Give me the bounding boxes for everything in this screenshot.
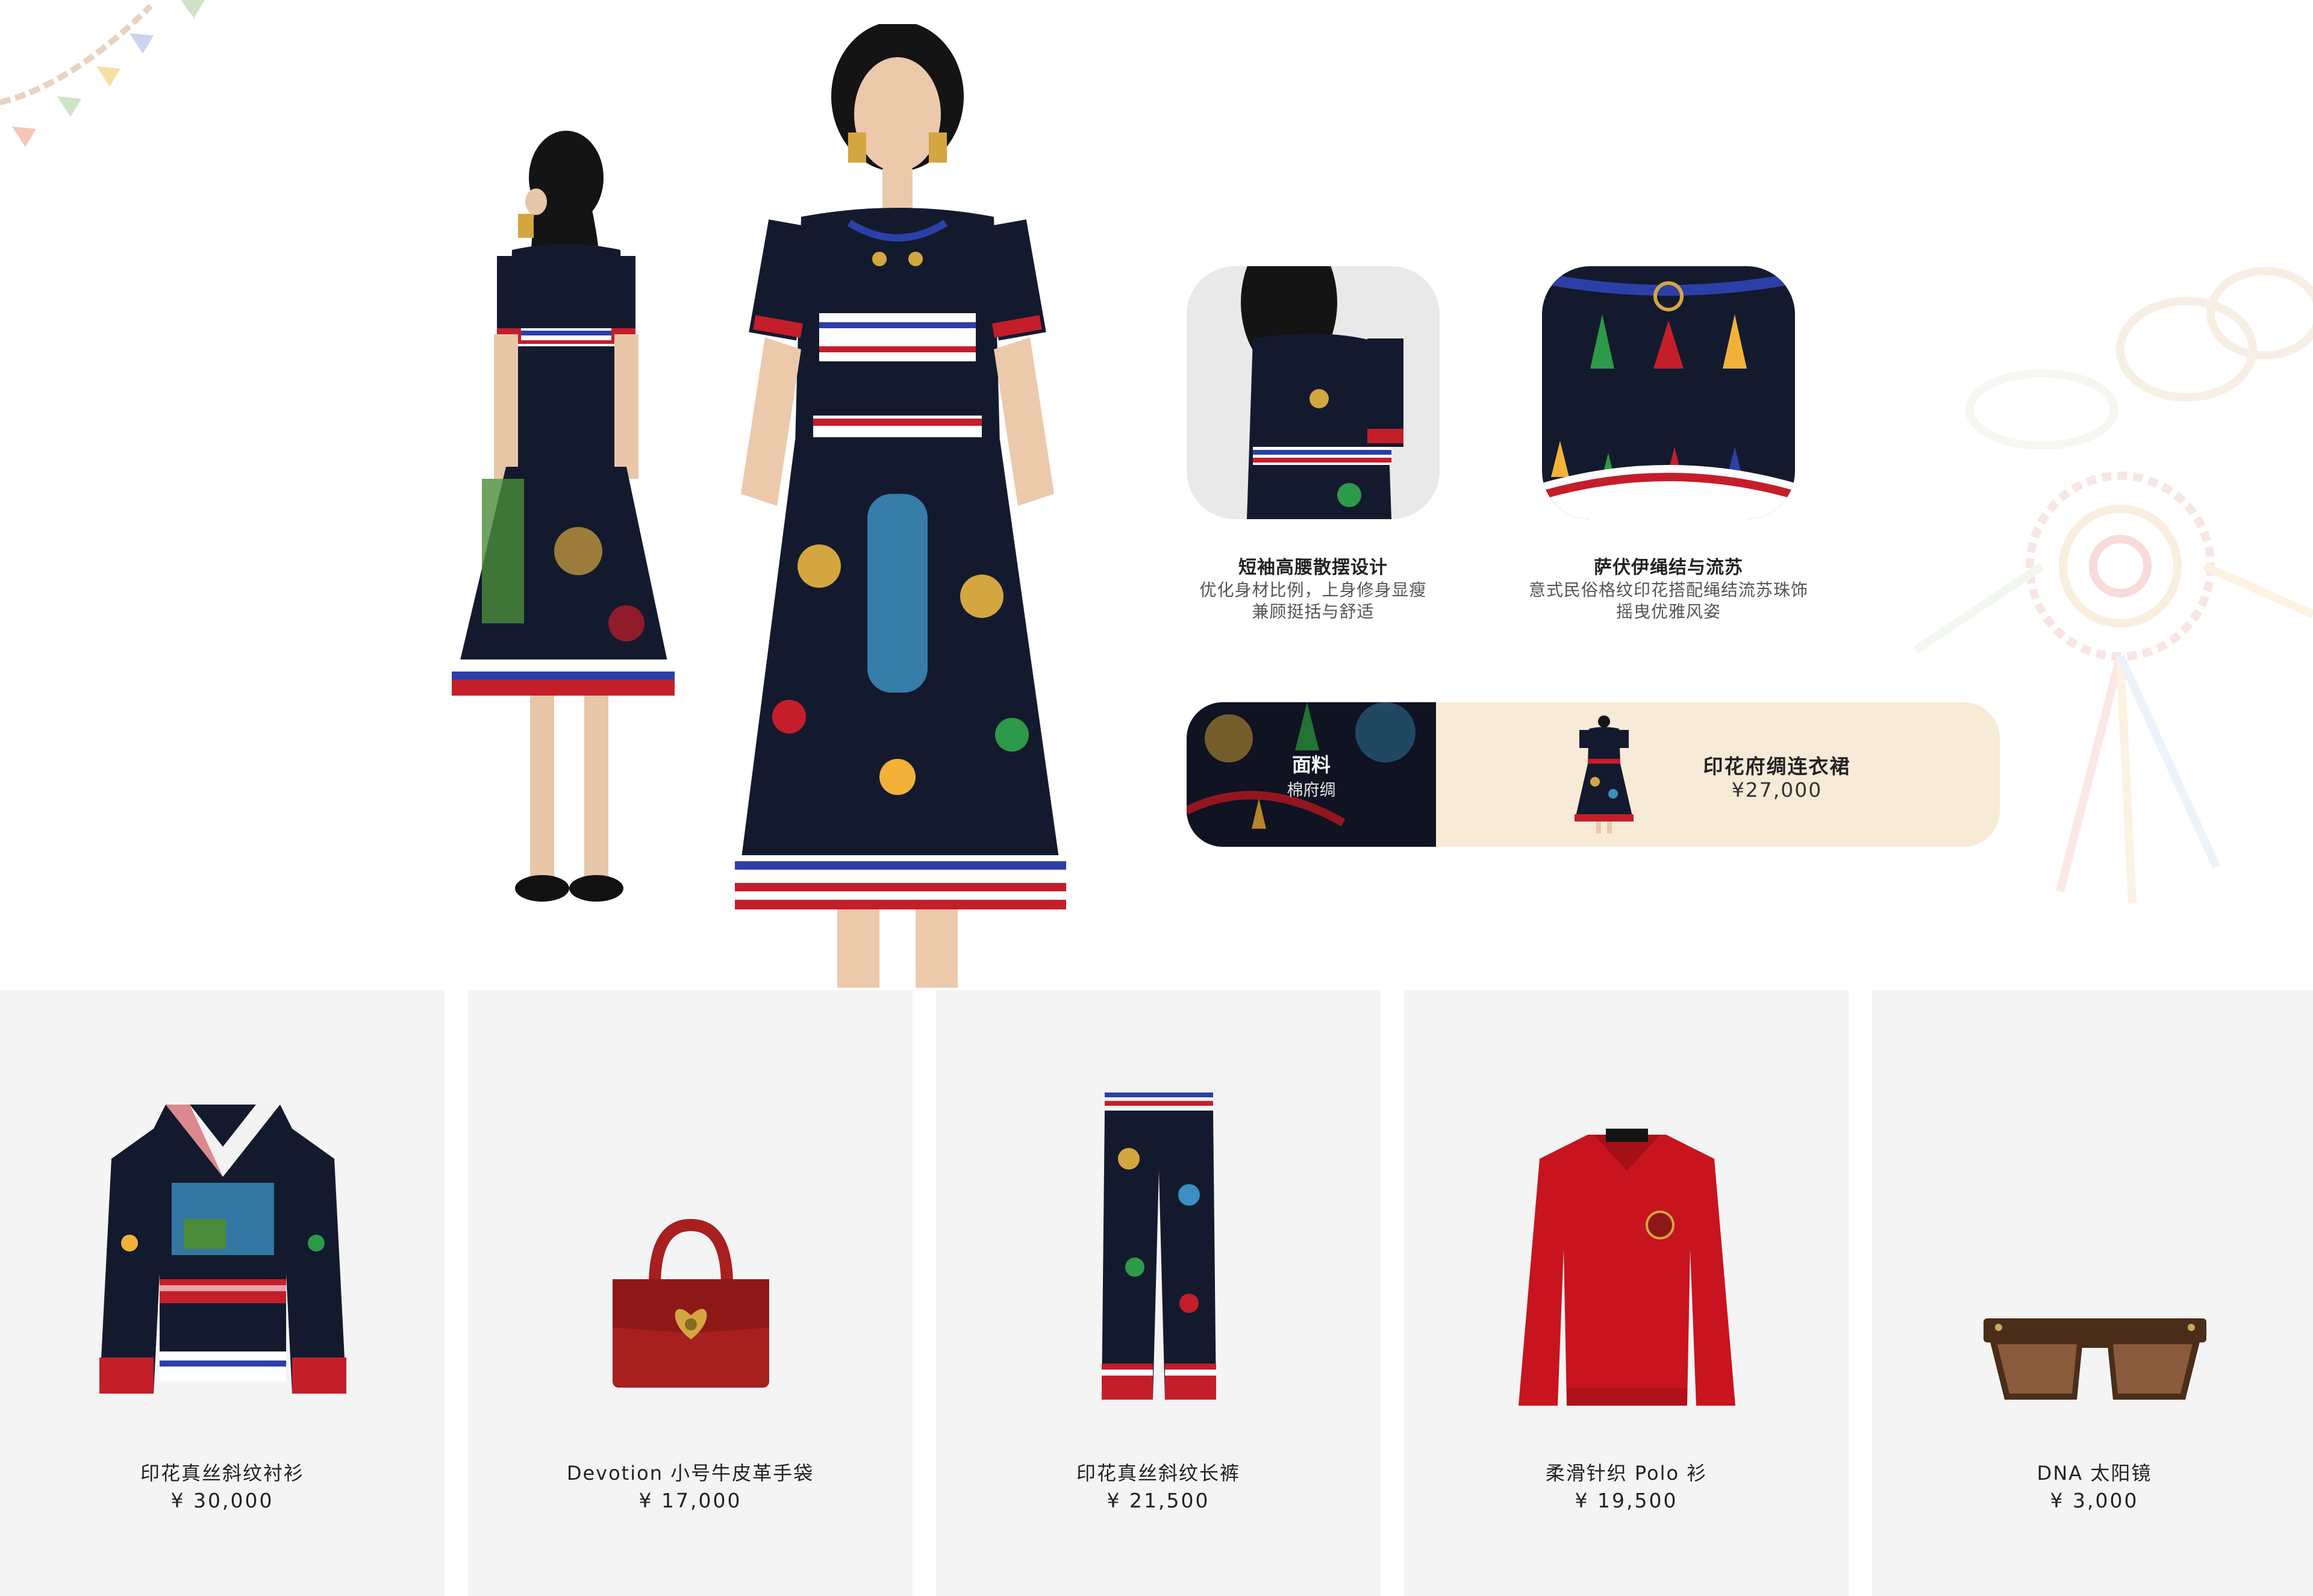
- product-name[interactable]: DNA 太阳镜: [1872, 1458, 2313, 1486]
- featured-product-name: 印花府绸连衣裙: [1703, 755, 1851, 778]
- product-price: ¥ 19,500: [1575, 1489, 1678, 1512]
- product-image-polo: [1519, 1129, 1735, 1406]
- product-image-handbag: [613, 1218, 769, 1388]
- product-name[interactable]: 印花真丝斜纹衬衫: [0, 1458, 445, 1486]
- product-name[interactable]: Devotion 小号牛皮革手袋: [468, 1458, 913, 1486]
- feature-image-silhouette: [1187, 266, 1440, 519]
- feature-desc-design-line1: 优化身材比例，上身修身显瘦: [1199, 580, 1427, 600]
- product-price: ¥ 21,500: [1107, 1489, 1210, 1512]
- featured-product-banner[interactable]: 面料 棉府绸 印花府绸连衣裙 ¥27,000: [1187, 702, 2000, 847]
- feature-desc-design-line2: 兼顾挺括与舒适: [1252, 602, 1375, 622]
- feature-desc-tassels-line2: 摇曳优雅风姿: [1615, 602, 1721, 622]
- product-price: ¥ 17,000: [638, 1489, 742, 1512]
- product-card-trousers[interactable]: 印花真丝斜纹长裤 ¥ 21,500: [936, 990, 1381, 1596]
- product-card-handbag[interactable]: Devotion 小号牛皮革手袋 ¥ 17,000: [468, 990, 913, 1596]
- featured-product-price: ¥27,000: [1731, 778, 1823, 802]
- feature-title-tassels: 萨伏伊绳结与流苏: [1594, 557, 1743, 578]
- product-price: ¥ 3,000: [2050, 1489, 2139, 1512]
- product-card-sunglasses[interactable]: DNA 太阳镜 ¥ 3,000: [1872, 990, 2313, 1596]
- model-back-view-image: [452, 131, 675, 902]
- product-image-shirt: [99, 1105, 346, 1394]
- product-card-polo[interactable]: 柔滑针织 Polo 衫 ¥ 19,500: [1404, 990, 1849, 1596]
- feature-title-design: 短袖高腰散摆设计: [1238, 557, 1388, 578]
- model-front-view-image: [735, 24, 1066, 988]
- product-image-trousers: [1102, 1086, 1216, 1400]
- feature-desc-tassels-line1: 意式民俗格纹印花搭配绳结流苏珠饰: [1528, 580, 1808, 600]
- tassel-decoration-top-left: [0, 0, 205, 147]
- feature-image-tassels: [1542, 266, 1795, 519]
- product-price: ¥ 30,000: [170, 1489, 274, 1512]
- product-card-shirt[interactable]: 印花真丝斜纹衬衫 ¥ 30,000: [0, 990, 445, 1596]
- product-name[interactable]: 印花真丝斜纹长裤: [936, 1458, 1381, 1486]
- featured-dress-thumbnail: [1575, 715, 1634, 834]
- product-image-sunglasses: [1984, 1318, 2206, 1400]
- fabric-value: 棉府绸: [1287, 781, 1336, 800]
- fabric-label: 面料: [1291, 753, 1331, 776]
- product-name[interactable]: 柔滑针织 Polo 衫: [1404, 1458, 1849, 1486]
